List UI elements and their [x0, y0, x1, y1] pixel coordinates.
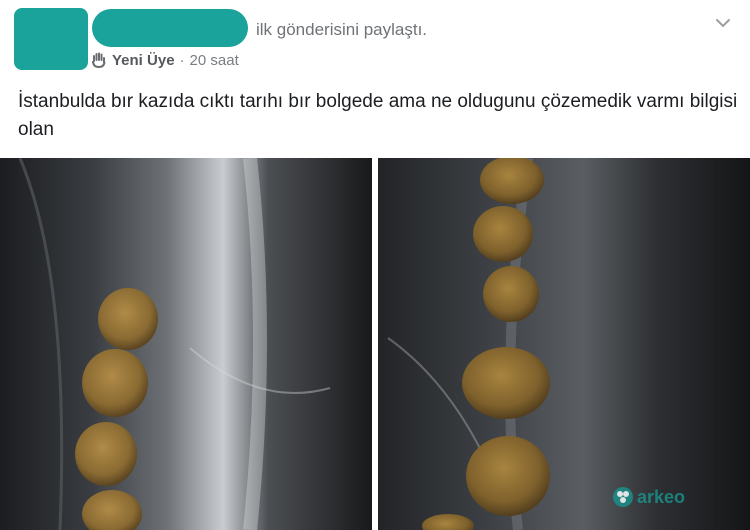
coin-photo-left[interactable] — [0, 158, 372, 530]
watermark-text: arkeo — [637, 486, 686, 507]
coin — [75, 422, 137, 486]
timestamp[interactable]: 20 saat — [190, 52, 239, 69]
photo-divider — [372, 158, 378, 530]
coin — [473, 206, 533, 262]
post-header: ilk gönderisini paylaştı. Yeni Üye · 20 … — [0, 0, 750, 82]
author-name-redacted[interactable] — [92, 9, 248, 47]
watermark: arkeo — [612, 484, 685, 510]
coin — [462, 347, 550, 419]
coin — [82, 349, 148, 417]
coin-photo-right[interactable] — [378, 158, 750, 530]
flower-logo-icon — [613, 487, 633, 507]
post-body-text: İstanbulda bır kazıda cıktı tarıhı bır b… — [18, 91, 738, 140]
coin — [480, 158, 544, 204]
avatar[interactable] — [14, 8, 88, 70]
coin — [98, 288, 158, 350]
post-action-text: ilk gönderisini paylaştı. — [256, 20, 428, 39]
role-badge[interactable]: Yeni Üye — [112, 52, 175, 69]
post-meta: Yeni Üye · 20 saat — [90, 50, 239, 70]
coin — [466, 436, 550, 516]
hand-icon — [92, 52, 106, 69]
meta-separator: · — [179, 51, 185, 69]
coin — [483, 266, 539, 322]
chevron-down-icon[interactable] — [714, 14, 732, 32]
